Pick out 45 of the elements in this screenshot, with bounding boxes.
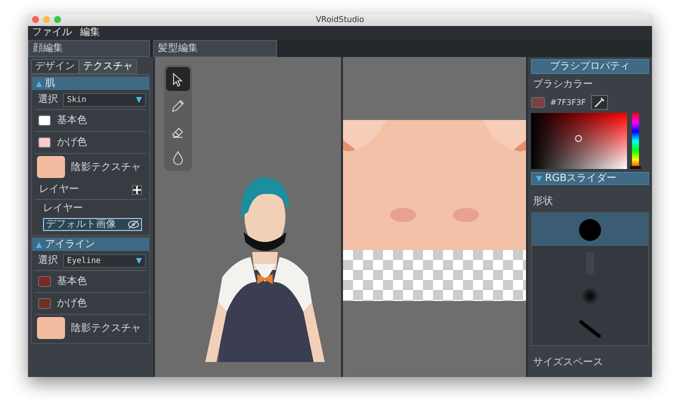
color-gradient-field[interactable]	[531, 113, 627, 169]
eyedropper-button[interactable]	[590, 95, 608, 110]
layer-list-title: レイヤー	[42, 202, 84, 216]
pointer-icon[interactable]	[166, 67, 190, 91]
color-cursor-icon[interactable]	[575, 135, 582, 142]
dropdown-arrow-icon	[136, 96, 142, 102]
hex-value: #7F3F3F	[550, 96, 586, 108]
color-label: 基本色	[57, 114, 87, 128]
eye-slash-icon[interactable]	[128, 220, 139, 229]
window-title: VRoidStudio	[316, 15, 364, 24]
texture-label: 陰影テクスチャ	[71, 322, 141, 336]
panel-title: ブラシプロパティ	[531, 59, 649, 74]
tab[interactable]: デザイン	[31, 59, 79, 74]
size-space-label: サイズスペース	[532, 356, 604, 370]
round-brush-icon	[578, 218, 602, 242]
section-header[interactable]: アイライン	[32, 238, 149, 251]
color-label: 基本色	[57, 274, 87, 289]
color-swatch[interactable]	[38, 137, 51, 148]
color-swatch[interactable]	[38, 298, 51, 309]
color-swatch[interactable]	[38, 276, 51, 287]
select-dropdown[interactable]: Skin	[63, 92, 146, 106]
select-label: 選択	[38, 254, 58, 268]
layers-label: レイヤー	[39, 183, 79, 197]
texture-label: 陰影テクスチャ	[71, 160, 141, 174]
panel-title: 顔編集	[28, 40, 150, 57]
select-dropdown[interactable]: Eyeline	[63, 254, 146, 268]
select-label: 選択	[38, 93, 58, 107]
add-layer-button[interactable]	[132, 184, 142, 194]
tab[interactable]: テクスチャ	[79, 59, 137, 74]
brush-shape-option[interactable]	[532, 213, 648, 246]
texture-thumbnail[interactable]	[37, 156, 65, 178]
collapsible-header[interactable]: RGBスライダー	[531, 172, 649, 185]
dropdown-arrow-icon	[136, 258, 142, 264]
shape-label: 形状	[532, 194, 554, 209]
color-label: かげ色	[57, 297, 87, 311]
menu-item[interactable]: ファイル	[32, 26, 72, 40]
color-label: かげ色	[57, 136, 87, 150]
section-header[interactable]: 肌	[32, 77, 149, 90]
brush-color-label: ブラシカラー	[532, 78, 594, 92]
editor-tab[interactable]: 髪型編集	[153, 40, 277, 57]
brush-color-swatch[interactable]	[531, 97, 545, 108]
menu-item[interactable]: 編集	[80, 26, 100, 40]
texture-thumbnail[interactable]	[37, 317, 65, 339]
layer-item[interactable]: デフォルト画像	[43, 218, 142, 231]
color-swatch[interactable]	[38, 115, 51, 126]
